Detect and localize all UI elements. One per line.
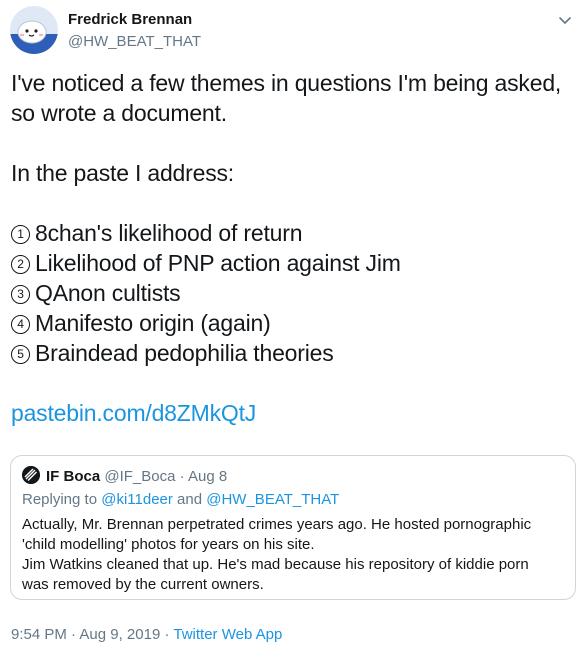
list-item: 3 QAnon cultists: [11, 278, 571, 308]
quoted-author-handle[interactable]: @IF_Boca: [104, 468, 175, 485]
quoted-date[interactable]: Aug 8: [188, 468, 227, 485]
author-block[interactable]: Fredrick Brennan @HW_BEAT_THAT: [68, 10, 201, 51]
circle-logo-avatar-icon[interactable]: [22, 466, 40, 484]
tweet-footer: 9:54 PM · Aug 9, 2019 · Twitter Web App: [11, 625, 282, 645]
quoted-body-line: Actually, Mr. Brennan perpetrated crimes…: [22, 516, 532, 533]
list-item-text: Likelihood of PNP action against Jim: [35, 250, 401, 276]
circled-number: 5: [11, 345, 30, 364]
chevron-down-icon[interactable]: [557, 12, 573, 28]
replying-to: Replying to @ki11deer and @HW_BEAT_THAT: [22, 490, 339, 509]
body-line: I've noticed a few themes in questions I…: [11, 70, 562, 96]
quoted-body: Actually, Mr. Brennan perpetrated crimes…: [22, 515, 567, 595]
reply-and: and: [177, 491, 203, 508]
list-item: 2 Likelihood of PNP action against Jim: [11, 248, 571, 278]
list-item: 5 Braindead pedophilia theories: [11, 338, 571, 368]
quoted-header: IF Boca @IF_Boca · Aug 8: [22, 466, 227, 486]
quoted-tweet[interactable]: IF Boca @IF_Boca · Aug 8 Replying to @ki…: [10, 455, 576, 600]
body-line: so wrote a document.: [11, 100, 227, 126]
list-item: 1 8chan's likelihood of return: [11, 218, 571, 248]
circled-number: 3: [11, 285, 30, 304]
quoted-body-line: was removed by the current owners.: [22, 576, 264, 593]
circled-number: 4: [11, 315, 30, 334]
tweet-source[interactable]: Twitter Web App: [173, 626, 282, 643]
tweet-date[interactable]: Aug 9, 2019: [79, 626, 160, 643]
author-avatar[interactable]: [10, 6, 58, 54]
separator-dot: ·: [71, 626, 77, 643]
reply-prefix: Replying to: [22, 491, 98, 508]
circled-number: 1: [11, 225, 30, 244]
author-handle[interactable]: @HW_BEAT_THAT: [68, 32, 201, 51]
list-item-text: Manifesto origin (again): [35, 310, 271, 336]
tweet-body: I've noticed a few themes in questions I…: [11, 68, 571, 428]
list-item: 4 Manifesto origin (again): [11, 308, 571, 338]
quoted-body-line: Jim Watkins cleaned that up. He's mad be…: [22, 556, 529, 573]
quoted-body-line: 'child modelling' photos for years on hi…: [22, 536, 315, 553]
reply-mention[interactable]: @ki11deer: [101, 491, 173, 508]
circled-number: 2: [11, 255, 30, 274]
body-line: In the paste I address:: [11, 160, 234, 186]
separator-dot: ·: [164, 626, 170, 643]
separator-dot: ·: [179, 468, 185, 485]
cartoon-avatar-icon: [10, 6, 58, 54]
pastebin-link[interactable]: pastebin.com/d8ZMkQtJ: [11, 398, 571, 428]
quoted-author-name[interactable]: IF Boca: [46, 468, 100, 485]
list-item-text: QAnon cultists: [35, 280, 181, 306]
author-name[interactable]: Fredrick Brennan: [68, 10, 201, 29]
tweet-time[interactable]: 9:54 PM: [11, 626, 67, 643]
list-item-text: Braindead pedophilia theories: [35, 340, 334, 366]
reply-mention[interactable]: @HW_BEAT_THAT: [206, 491, 339, 508]
list-item-text: 8chan's likelihood of return: [35, 220, 303, 246]
